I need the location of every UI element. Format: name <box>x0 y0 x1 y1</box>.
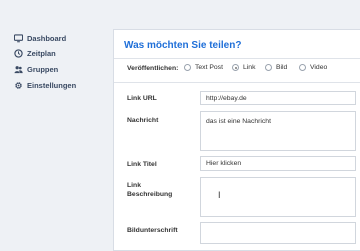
radio-label: Video <box>310 64 328 71</box>
share-panel: Was möchten Sie teilen? Veröffentlichen:… <box>113 29 360 251</box>
link-url-input[interactable]: http://ebay.de <box>200 91 356 105</box>
clock-icon <box>14 48 23 58</box>
link-beschreibung-label: Link Beschreibung <box>127 182 173 198</box>
bildunterschrift-label: Bildunterschrift <box>127 227 178 234</box>
radio-text-post[interactable]: Text Post <box>184 64 223 71</box>
radio-label: Link <box>243 64 256 71</box>
radio-video[interactable]: Video <box>299 64 327 71</box>
sidebar-item-zeitplan[interactable]: Zeitplan <box>14 46 56 60</box>
sidebar-item-gruppen[interactable]: Gruppen <box>14 62 58 76</box>
link-url-label: Link URL <box>127 95 157 102</box>
divider <box>114 82 360 83</box>
sidebar: Dashboard Zeitplan Gruppen Einstellungen <box>0 0 104 240</box>
sidebar-item-dashboard[interactable]: Dashboard <box>14 31 66 45</box>
page-title: Was möchten Sie teilen? <box>124 40 242 51</box>
text-cursor-icon: I <box>218 190 221 200</box>
users-icon <box>14 65 23 73</box>
link-titel-label: Link Titel <box>127 161 157 168</box>
divider <box>114 58 360 59</box>
radio-label: Bild <box>276 64 288 71</box>
sidebar-item-label: Gruppen <box>27 64 59 74</box>
sidebar-item-label: Zeitplan <box>27 48 56 58</box>
link-titel-input[interactable]: Hier klicken <box>200 156 356 171</box>
link-beschreibung-textarea[interactable] <box>200 177 356 217</box>
radio-circle[interactable] <box>299 64 306 71</box>
nachricht-textarea[interactable]: das ist eine Nachricht <box>200 111 356 151</box>
publish-label: Veröffentlichen: <box>127 65 179 72</box>
radio-circle[interactable] <box>265 64 272 71</box>
radio-bild[interactable]: Bild <box>265 64 287 71</box>
nachricht-label: Nachricht <box>127 117 159 124</box>
sidebar-item-label: Einstellungen <box>27 80 77 90</box>
radio-link[interactable]: Link <box>232 64 255 71</box>
gear-icon <box>15 81 22 89</box>
monitor-icon <box>14 33 23 42</box>
sidebar-item-label: Dashboard <box>27 33 67 43</box>
sidebar-item-einstellungen[interactable]: Einstellungen <box>14 78 76 92</box>
radio-label: Text Post <box>195 64 223 71</box>
bildunterschrift-textarea[interactable] <box>200 222 356 244</box>
radio-circle-selected[interactable] <box>232 64 239 71</box>
radio-circle[interactable] <box>184 64 191 71</box>
